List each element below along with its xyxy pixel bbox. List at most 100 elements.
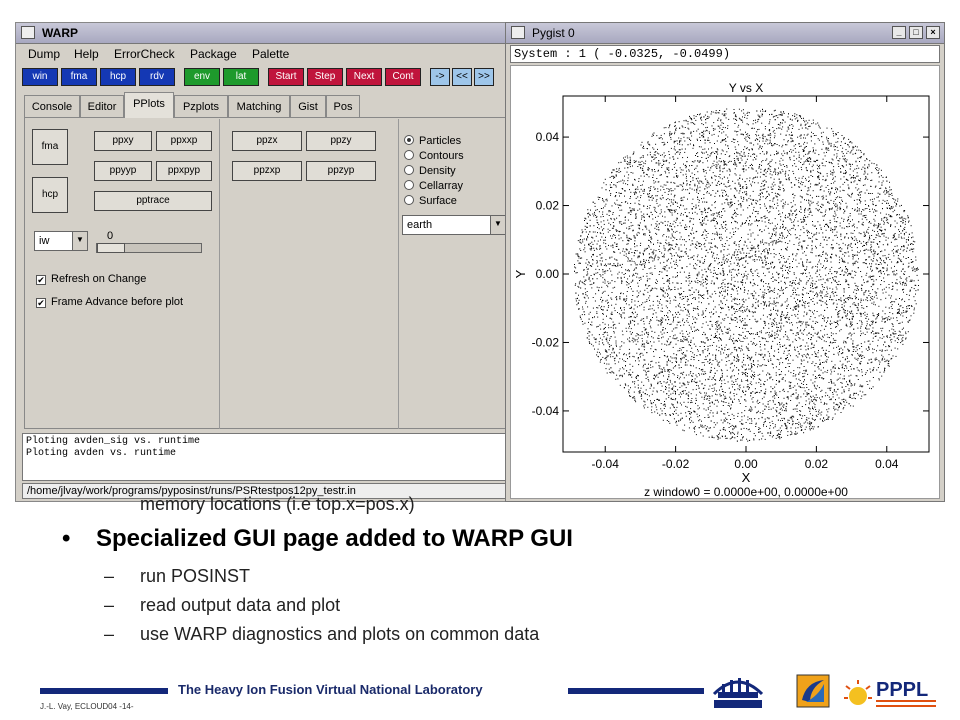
particle-point <box>702 313 704 315</box>
fma-plot-button[interactable]: fma <box>32 129 68 165</box>
particle-point <box>659 213 661 215</box>
pptrace-button[interactable]: pptrace <box>94 191 212 211</box>
fma-button[interactable]: fma <box>61 68 97 86</box>
ppzx-button[interactable]: ppzx <box>232 131 302 151</box>
forward-button[interactable]: -> <box>430 68 450 86</box>
particle-point <box>773 292 775 293</box>
menu-package[interactable]: Package <box>190 47 237 61</box>
tab-pplots[interactable]: PPlots <box>124 92 174 118</box>
cont-button[interactable]: Cont <box>385 68 421 86</box>
particle-point <box>722 318 724 320</box>
ppyyp-button[interactable]: ppyyp <box>94 161 152 181</box>
particle-point <box>651 214 653 216</box>
rdv-button[interactable]: rdv <box>139 68 175 86</box>
close-icon[interactable]: × <box>926 26 940 39</box>
win-button[interactable]: win <box>22 68 58 86</box>
particle-point <box>832 231 834 233</box>
hcp-button[interactable]: hcp <box>100 68 136 86</box>
tab-pos[interactable]: Pos <box>326 95 360 117</box>
radio-particles[interactable]: Particles <box>404 135 461 147</box>
radio-cellarray[interactable]: Cellarray <box>404 180 463 192</box>
particle-point <box>833 366 835 368</box>
particle-point <box>758 148 760 150</box>
ppzy-button[interactable]: ppzy <box>306 131 376 151</box>
hcp-plot-button[interactable]: hcp <box>32 177 68 213</box>
radio-contours[interactable]: Contours <box>404 150 464 162</box>
console-output[interactable]: Ploting avden_sig vs. runtime Ploting av… <box>22 433 532 481</box>
particle-point <box>719 216 721 218</box>
particle-point <box>887 237 889 239</box>
particle-point <box>876 260 878 262</box>
ppxpyp-button[interactable]: ppxpyp <box>156 161 212 181</box>
start-button[interactable]: Start <box>268 68 304 86</box>
particle-point <box>839 196 840 198</box>
particle-point <box>611 304 613 306</box>
radio-off-icon <box>404 150 414 160</box>
particle-point <box>636 352 638 354</box>
lat-button[interactable]: lat <box>223 68 259 86</box>
particle-point <box>768 232 770 234</box>
next-button[interactable]: Next <box>346 68 382 86</box>
particle-point <box>683 384 685 386</box>
window-menu-icon[interactable] <box>511 26 525 39</box>
particle-point <box>856 189 858 191</box>
particle-point <box>647 141 649 143</box>
palette-select[interactable]: earth ▼ <box>402 215 506 235</box>
radio-surface[interactable]: Surface <box>404 195 457 207</box>
window-select[interactable]: iw ▼ <box>34 231 88 251</box>
tab-editor[interactable]: Editor <box>80 95 124 117</box>
menu-errorcheck[interactable]: ErrorCheck <box>114 47 175 61</box>
refresh-checkbox[interactable]: ✔ Refresh on Change <box>36 273 146 285</box>
plot-canvas[interactable]: -0.04 -0.02 0.00 0.02 0.04 0.04 0.02 0.00 -0.02-… <box>510 65 940 499</box>
menu-dump[interactable]: Dump <box>28 47 60 61</box>
particle-point <box>679 347 681 349</box>
particle-point <box>902 245 904 247</box>
rewind-button[interactable]: << <box>452 68 472 86</box>
ppxxp-button[interactable]: ppxxp <box>156 131 212 151</box>
particle-point <box>648 297 650 299</box>
tab-gist[interactable]: Gist <box>290 95 326 117</box>
radio-density[interactable]: Density <box>404 165 456 177</box>
step-button[interactable]: Step <box>307 68 343 86</box>
maximize-icon[interactable]: □ <box>909 26 923 39</box>
tab-pzplots[interactable]: Pzplots <box>174 95 228 117</box>
warp-titlebar[interactable]: WARP <box>16 23 536 44</box>
particle-point <box>903 311 905 313</box>
particle-point <box>850 374 852 376</box>
particle-point <box>734 311 736 313</box>
slider-handle[interactable] <box>97 243 125 253</box>
particle-point <box>656 195 658 197</box>
particle-point <box>614 177 616 179</box>
tab-matching[interactable]: Matching <box>228 95 290 117</box>
particle-point <box>672 373 674 374</box>
pygist-titlebar[interactable]: Pygist 0 _ □ × <box>506 23 944 44</box>
chevron-down-icon[interactable]: ▼ <box>72 232 87 250</box>
particle-point <box>625 253 627 255</box>
fast-forward-button[interactable]: >> <box>474 68 494 86</box>
particle-point <box>677 304 679 306</box>
particle-point <box>574 264 575 265</box>
particle-point <box>776 144 778 145</box>
particle-point <box>704 395 706 397</box>
window-menu-icon[interactable] <box>21 26 35 39</box>
particle-point <box>850 181 852 183</box>
tab-console[interactable]: Console <box>24 95 80 117</box>
menu-help[interactable]: Help <box>74 47 99 61</box>
particle-point <box>657 381 659 383</box>
particle-point <box>751 370 753 372</box>
env-button[interactable]: env <box>184 68 220 86</box>
chevron-down-icon[interactable]: ▼ <box>490 216 505 234</box>
frame-advance-checkbox[interactable]: ✔ Frame Advance before plot <box>36 296 183 308</box>
ppzxp-button[interactable]: ppzxp <box>232 161 302 181</box>
particle-point <box>643 364 644 366</box>
ppxy-button[interactable]: ppxy <box>94 131 152 151</box>
particle-point <box>586 268 588 270</box>
particle-point <box>733 393 735 394</box>
frame-slider[interactable] <box>96 243 202 253</box>
particle-point <box>805 254 807 256</box>
particle-point <box>718 333 720 335</box>
particle-point <box>717 163 719 165</box>
menu-palette[interactable]: Palette <box>252 47 289 61</box>
minimize-icon[interactable]: _ <box>892 26 906 39</box>
ppzyp-button[interactable]: ppzyp <box>306 161 376 181</box>
